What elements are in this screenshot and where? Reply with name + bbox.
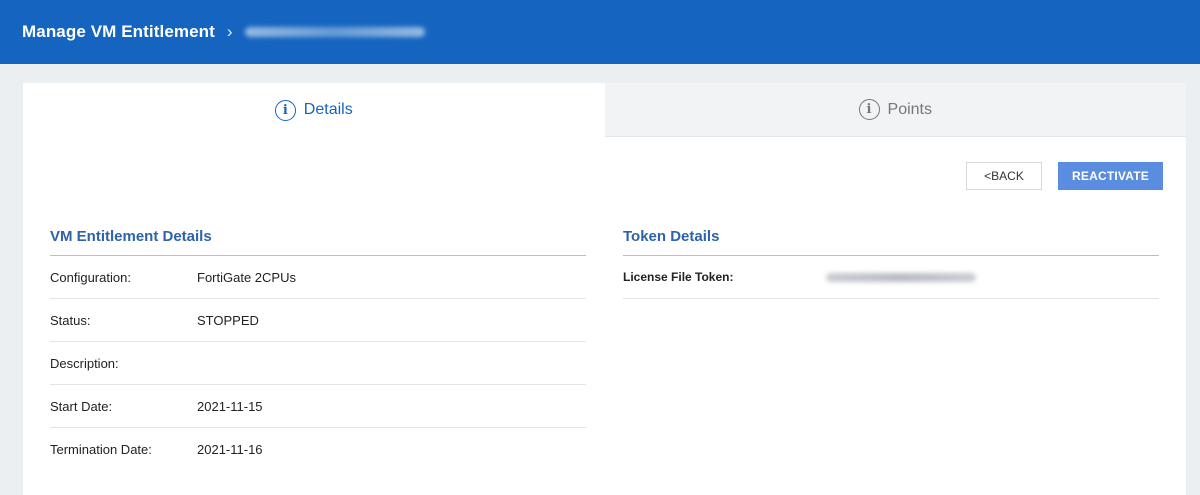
breadcrumb-title[interactable]: Manage VM Entitlement [22, 22, 215, 42]
detail-label: Description: [50, 355, 119, 371]
detail-row-description: Description: [50, 342, 586, 385]
entitlement-card: i Details i Points <BACK REACTIVATE VM E… [23, 83, 1186, 495]
reactivate-button[interactable]: REACTIVATE [1058, 162, 1163, 190]
action-buttons: <BACK REACTIVATE [966, 162, 1163, 190]
detail-value: 2021-11-15 [197, 398, 263, 414]
detail-row-termination-date: Termination Date: 2021-11-16 [50, 428, 586, 471]
breadcrumb-separator-icon: › [226, 22, 233, 41]
breadcrumb-current-redacted [244, 27, 425, 37]
detail-value: FortiGate 2CPUs [197, 269, 296, 285]
detail-label: Start Date: [50, 398, 113, 414]
detail-label: Configuration: [50, 269, 131, 285]
token-redacted [826, 272, 976, 282]
tab-points-label: Points [887, 100, 932, 118]
tab-details-label: Details [303, 101, 353, 118]
top-header-bar: Manage VM Entitlement › [0, 0, 1200, 64]
tab-points[interactable]: i Points [604, 83, 1186, 137]
detail-value: STOPPED [197, 312, 259, 328]
info-icon: i [274, 99, 296, 121]
token-details-section: Token Details License File Token: [623, 228, 1159, 299]
section-title: Token Details [623, 228, 1159, 256]
info-icon: i [858, 99, 880, 120]
tab-bar: i Details i Points [23, 83, 1186, 137]
detail-label: Status: [50, 312, 91, 328]
back-button[interactable]: <BACK [966, 162, 1042, 190]
detail-row-license-file-token: License File Token: [623, 256, 1159, 299]
detail-row-configuration: Configuration: FortiGate 2CPUs [50, 256, 586, 299]
detail-label: License File Token: [623, 270, 734, 284]
detail-value: 2021-11-16 [197, 442, 263, 457]
detail-row-status: Status: STOPPED [50, 299, 586, 342]
detail-value [826, 270, 1159, 285]
tab-details[interactable]: i Details [23, 83, 605, 137]
detail-label: Termination Date: [50, 442, 152, 457]
vm-entitlement-details-section: VM Entitlement Details Configuration: Fo… [50, 228, 586, 471]
section-title: VM Entitlement Details [50, 228, 586, 256]
detail-row-start-date: Start Date: 2021-11-15 [50, 385, 586, 428]
